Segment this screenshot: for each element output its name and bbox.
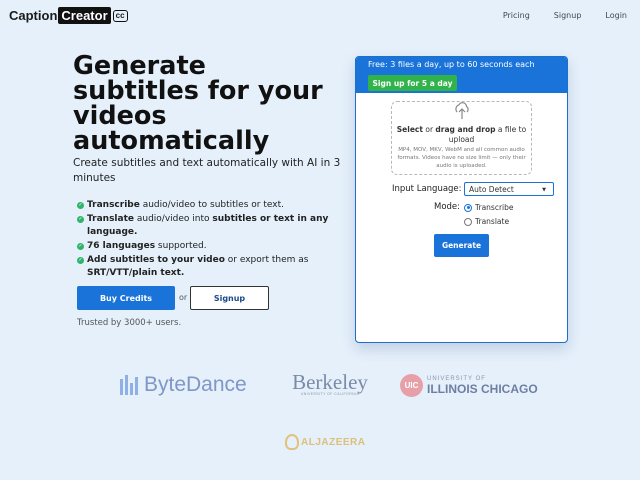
brand-name-part1: Caption (9, 8, 58, 23)
feature-text: audio/video into (134, 214, 213, 224)
mode-radio-transcribe[interactable]: Transcribe (464, 203, 514, 212)
brand-logo[interactable]: Caption Creator cc (9, 7, 128, 24)
dropzone-formats: MP4, MOV, MKV, WebM and all common audio… (397, 147, 526, 169)
uic-line2: ILLINOIS CHICAGO (427, 381, 538, 396)
check-circle-icon: ✓ (77, 216, 84, 223)
brand-name-part2: Creator (58, 7, 111, 24)
uic-seal-icon: UIC (400, 374, 423, 397)
berkeley-subtitle: UNIVERSITY OF CALIFORNIA (300, 392, 360, 396)
feature-item-languages: ✓ 76 languages supported. (77, 240, 337, 253)
feature-item-translate: ✓ Translate audio/video into subtitles o… (77, 213, 337, 239)
hero-subheadline: Create subtitles and text automatically … (73, 157, 341, 184)
mode-option-label: Translate (475, 217, 510, 226)
check-circle-icon: ✓ (77, 257, 84, 264)
radio-unselected-icon (464, 217, 472, 226)
file-dropzone[interactable]: Select or drag and drop a file to upload… (391, 101, 532, 175)
uic-logo: UIC UNIVERSITY OF ILLINOIS CHICAGO (400, 374, 538, 397)
check-circle-icon: ✓ (77, 202, 84, 209)
signup-button[interactable]: Signup (190, 286, 269, 310)
upload-arrow-icon (455, 102, 469, 119)
feature-text: supported. (155, 241, 207, 251)
bytedance-wordmark: ByteDance (144, 373, 247, 396)
input-language-label: Input Language: (392, 184, 462, 194)
input-language-select[interactable]: Auto Detect ▼ (464, 182, 554, 196)
radio-selected-icon (464, 203, 472, 212)
feature-bold: Transcribe (87, 200, 140, 210)
signup-5-a-day-button[interactable]: Sign up for 5 a day (368, 75, 457, 91)
hero-headline: Generate subtitles for your videos autom… (73, 51, 323, 156)
top-nav: Pricing Signup Login (479, 11, 627, 20)
dropzone-or: or (422, 125, 436, 134)
feature-bold: Translate (87, 214, 134, 224)
bytedance-logo: ByteDance (120, 373, 247, 397)
nav-signup[interactable]: Signup (554, 11, 582, 20)
select-link[interactable]: Select (397, 125, 423, 134)
drag-drop-text: drag and drop (435, 125, 496, 134)
berkeley-wordmark: Berkeley (292, 370, 368, 394)
mode-radio-translate[interactable]: Translate (464, 217, 509, 226)
feature-bold-2: SRT/VTT/plain text. (87, 268, 185, 278)
nav-pricing[interactable]: Pricing (503, 11, 530, 20)
feature-text: audio/video to subtitles or text. (139, 200, 284, 210)
berkeley-logo: Berkeley UNIVERSITY OF CALIFORNIA (291, 370, 369, 397)
feature-bold: Add subtitles to your video (87, 255, 225, 265)
aljazeera-wordmark: ALJAZEERA (301, 436, 366, 448)
upload-card: Free: 3 files a day, up to 60 seconds ea… (355, 56, 568, 343)
feature-text: or export them as (224, 255, 309, 265)
or-text: or (179, 293, 188, 302)
check-circle-icon: ✓ (77, 243, 84, 250)
mode-label: Mode: (434, 202, 461, 212)
bytedance-bars-icon (120, 375, 138, 395)
free-tier-text: Free: 3 files a day, up to 60 seconds ea… (368, 60, 535, 69)
card-header: Free: 3 files a day, up to 60 seconds ea… (356, 57, 567, 93)
trusted-text: Trusted by 3000+ users. (77, 318, 182, 328)
feature-item-export: ✓ Add subtitles to your video or export … (77, 254, 337, 280)
buy-credits-button[interactable]: Buy Credits (77, 286, 175, 310)
chevron-down-icon: ▼ (542, 187, 546, 193)
customer-logos: ByteDance Berkeley UNIVERSITY OF CALIFOR… (0, 360, 640, 480)
feature-bold: 76 languages (87, 241, 156, 251)
dropzone-instructions: Select or drag and drop a file to upload (396, 125, 527, 145)
feature-list: ✓ Transcribe audio/video to subtitles or… (77, 199, 337, 281)
feature-item-transcribe: ✓ Transcribe audio/video to subtitles or… (77, 199, 337, 212)
input-language-value: Auto Detect (469, 185, 514, 194)
generate-button[interactable]: Generate (434, 234, 489, 257)
mode-option-label: Transcribe (475, 203, 514, 212)
nav-login[interactable]: Login (605, 11, 627, 20)
aljazeera-mark-icon (285, 434, 299, 450)
aljazeera-logo: ALJAZEERA (285, 434, 366, 450)
cc-badge-icon: cc (112, 9, 128, 22)
